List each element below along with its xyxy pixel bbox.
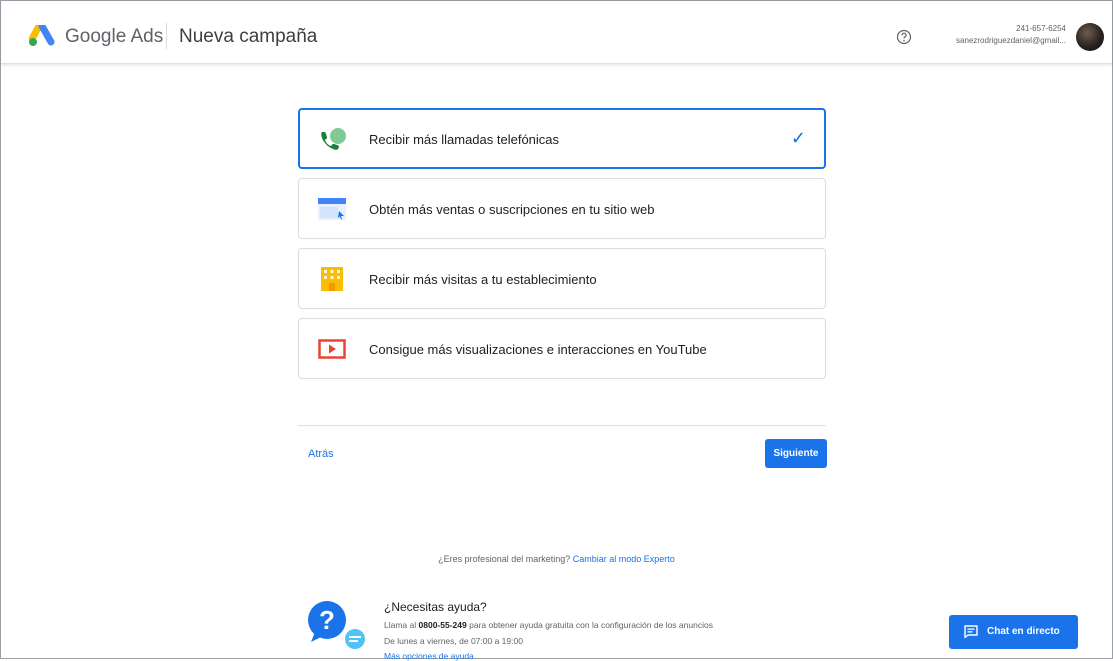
live-chat-button[interactable]: Chat en directo bbox=[949, 615, 1078, 649]
help-icon[interactable] bbox=[896, 29, 912, 45]
youtube-icon bbox=[318, 339, 346, 359]
more-help-options-link[interactable]: Más opciones de ayuda bbox=[384, 651, 474, 661]
section-divider bbox=[298, 425, 826, 426]
goal-label-website-sales: Obtén más ventas o suscripciones en tu s… bbox=[369, 202, 655, 217]
help-title: ¿Necesitas ayuda? bbox=[384, 600, 487, 614]
help-call-prefix: Llama al bbox=[384, 620, 417, 630]
help-call-line: Llama al 0800-55-249 para obtener ayuda … bbox=[384, 620, 713, 630]
store-icon bbox=[321, 267, 343, 291]
help-bubble-icon: ? bbox=[308, 601, 365, 649]
help-phone-number: 0800-55-249 bbox=[418, 620, 467, 630]
goal-card-phone-calls[interactable]: Recibir más llamadas telefónicas ✓ bbox=[298, 108, 826, 169]
avatar[interactable] bbox=[1076, 23, 1104, 51]
goal-card-youtube[interactable]: Consigue más visualizaciones e interacci… bbox=[298, 318, 826, 379]
chat-icon bbox=[964, 625, 978, 638]
account-phone: 241-657-6254 bbox=[1016, 24, 1066, 33]
page-title: Nueva campaña bbox=[179, 26, 318, 47]
phone-call-icon bbox=[321, 128, 346, 150]
live-chat-label: Chat en directo bbox=[987, 626, 1060, 637]
goal-card-store-visits[interactable]: Recibir más visitas a tu establecimiento bbox=[298, 248, 826, 309]
help-hours: De lunes a viernes, de 07:00 a 19:00 bbox=[384, 636, 523, 646]
expert-mode-prompt: ¿Eres profesional del marketing? Cambiar… bbox=[1, 554, 1112, 564]
expert-mode-question: ¿Eres profesional del marketing? bbox=[438, 554, 571, 564]
goal-label-youtube: Consigue más visualizaciones e interacci… bbox=[369, 342, 707, 357]
switch-expert-mode-link[interactable]: Cambiar al modo Experto bbox=[573, 554, 675, 564]
help-call-suffix: para obtener ayuda gratuita con la confi… bbox=[469, 620, 713, 630]
website-icon bbox=[318, 198, 346, 220]
account-email[interactable]: sanezrodriguezdaniel@gmail... bbox=[956, 36, 1066, 45]
back-link[interactable]: Atrás bbox=[308, 448, 334, 460]
check-icon: ✓ bbox=[790, 128, 806, 148]
goal-label-store-visits: Recibir más visitas a tu establecimiento bbox=[369, 272, 597, 287]
brand-name: Google Ads bbox=[65, 26, 164, 47]
next-button[interactable]: Siguiente bbox=[765, 439, 827, 468]
app-header: Google Ads Nueva campaña 241-657-6254 sa… bbox=[1, 1, 1112, 64]
header-divider bbox=[166, 23, 167, 49]
svg-text:?: ? bbox=[319, 605, 335, 635]
google-ads-logo-icon bbox=[29, 25, 55, 46]
goal-label-phone-calls: Recibir más llamadas telefónicas bbox=[369, 132, 560, 147]
goal-card-website-sales[interactable]: Obtén más ventas o suscripciones en tu s… bbox=[298, 178, 826, 239]
